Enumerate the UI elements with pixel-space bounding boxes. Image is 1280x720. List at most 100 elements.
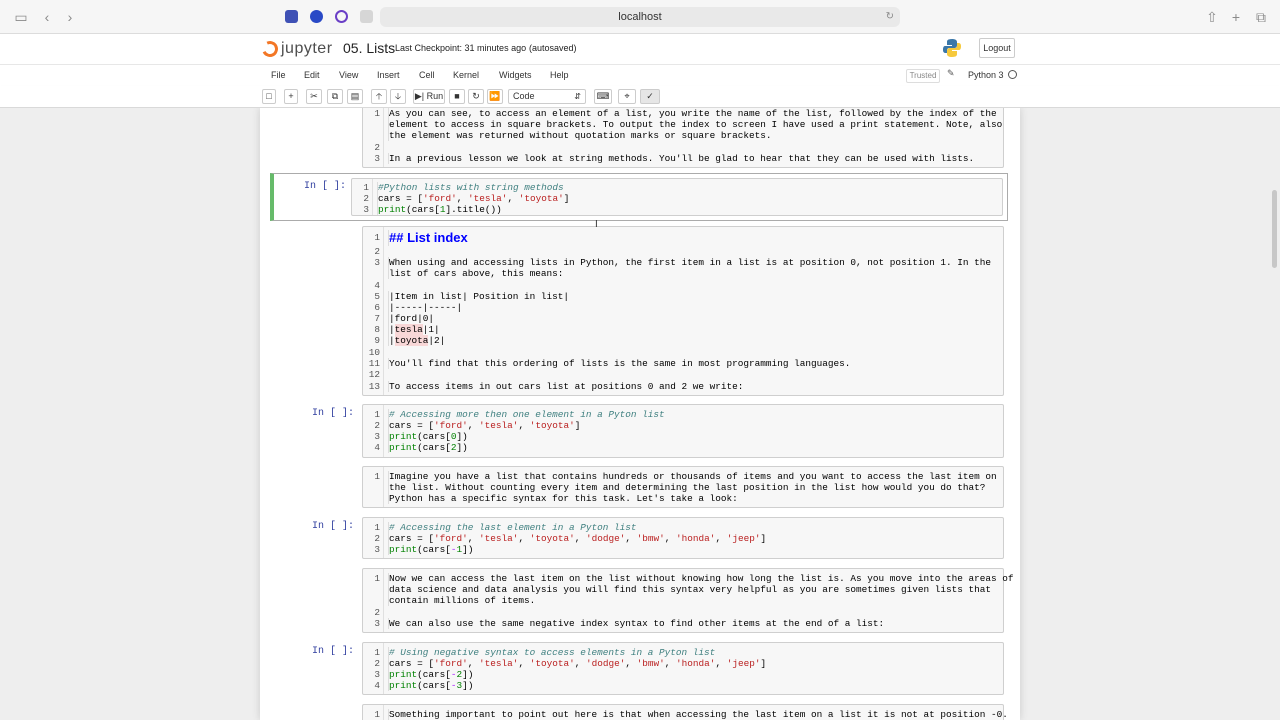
run-button[interactable]: ▶| Run [413,89,445,104]
copy-button[interactable]: ⧉ [327,89,343,104]
extension-button[interactable]: ⌖ [618,89,636,104]
jupyter-logo[interactable]: jupyter [259,38,333,60]
scissors-icon: ✂ [310,91,318,101]
arrow-down-icon: 🡣 [394,91,402,101]
cut-button[interactable]: ✂ [306,89,322,104]
line-text: list of cars above, this means: [388,268,564,279]
line-number: 1 [374,522,380,533]
menu-edit[interactable]: Edit [304,70,320,80]
cell-editor[interactable]: 1 # Accessing the last element in a Pyton… [362,517,1004,559]
copy-icon: ⧉ [331,91,339,101]
insert-cell-button[interactable]: + [284,89,298,104]
code-line: 10 [363,347,1003,358]
toggle-button[interactable]: ✓ [640,89,660,104]
code-line: 3 When using and accessing lists in Pytho… [363,257,1003,268]
line-number: 2 [374,246,380,257]
cell-prompt: In [ ]: [311,646,354,657]
logout-button[interactable]: Logout [979,38,1015,58]
restart-button[interactable]: ↻ [468,89,484,104]
cell-editor[interactable]: 1 Something important to point out here i… [362,704,1008,720]
code-line: 3 We can also use the same negative index… [363,618,1003,629]
shield-icon[interactable] [360,10,373,23]
code-cell[interactable]: In [ ]: 1 # Accessing the last element in… [272,517,1008,559]
cell-editor[interactable]: 1 As you can see, to access an element of… [362,108,1004,168]
menu-kernel[interactable]: Kernel [453,70,479,80]
code-line: 9 |toyota|2| [363,335,1003,346]
line-text: |-----|-----| [388,302,463,313]
code-line: 1 As you can see, to access an element of… [363,108,1003,119]
vertical-scrollbar[interactable] [1272,190,1277,268]
notebook-title[interactable]: 05. Lists [343,40,395,56]
sidebar-icon[interactable]: ▭ [12,8,30,26]
menu-widgets[interactable]: Widgets [499,70,532,80]
code-line: 1 ## List index [363,230,1003,246]
restart-run-all-button[interactable]: ⏩ [487,89,503,104]
settings-extension-icon[interactable] [335,10,348,23]
share-icon[interactable]: ⇧ [1203,8,1221,26]
notebook-area: 1 As you can see, to access an element of… [0,108,1280,720]
cell-editor[interactable]: 1 # Accessing more then one element in a … [362,404,1004,458]
run-icon: ▶| [414,91,425,101]
code-line: 5 |Item in list| Position in list| [363,291,1003,302]
line-number: 2 [374,533,380,544]
line-text: |toyota|2| [388,335,446,346]
code-cell-selected[interactable]: In [ ]: 1 #Python lists with string metho… [270,173,1008,221]
forward-icon[interactable]: › [61,8,79,26]
line-text: cars = ['ford', 'tesla', 'toyota'] [388,420,581,431]
arrow-up-icon: 🡡 [375,91,383,101]
code-line: 8 |tesla|1| [363,324,1003,335]
back-icon[interactable]: ‹ [38,8,56,26]
code-cell[interactable]: In [ ]: 1 # Using negative syntax to acce… [272,642,1008,695]
cell-editor[interactable]: 1 Now we can access the last item on the … [362,568,1013,633]
menu-insert[interactable]: Insert [377,70,400,80]
code-line: data science and data analysis you will … [363,584,1003,595]
command-palette-button[interactable]: ⌨ [594,89,612,104]
paste-button[interactable]: ▤ [347,89,363,104]
line-text: In a previous lesson we look at string m… [388,153,975,164]
code-line: 7 |ford|0| [363,313,1003,324]
line-number: 4 [374,680,380,691]
menu-file[interactable]: File [271,70,286,80]
markdown-cell[interactable]: 1 ## List index 2 3 When using and accessi… [272,226,1008,396]
cell-editor[interactable]: 1 Imagine you have a list that contains h… [362,466,1004,508]
line-number: 6 [374,302,380,313]
address-bar[interactable]: localhost ↻ [380,7,900,27]
info-extension-icon[interactable] [310,10,323,23]
cell-editor[interactable]: 1 #Python lists with string methods 2 cars… [351,178,1003,216]
new-tab-icon[interactable]: + [1227,8,1245,26]
cell-editor[interactable]: 1 # Using negative syntax to access eleme… [362,642,1004,695]
code-cell[interactable]: In [ ]: 1 # Accessing more then one eleme… [272,404,1008,458]
menu-view[interactable]: View [339,70,358,80]
markdown-cell[interactable]: 1 Now we can access the last item on the … [272,568,1013,633]
kernel-name[interactable]: Python 3 [968,70,1004,80]
save-button[interactable]: □ [262,89,276,104]
markdown-cell[interactable]: 1 Imagine you have a list that contains h… [272,466,1008,508]
line-text: contain millions of items. [388,595,536,606]
code-line: Python has a specific syntax for this ta… [363,493,1003,504]
line-number: 3 [374,669,380,680]
menu-help[interactable]: Help [550,70,569,80]
reload-icon[interactable]: ↻ [886,7,894,27]
line-number: 4 [374,280,380,291]
cell-prompt: In [ ]: [311,408,354,419]
move-up-button[interactable]: 🡡 [371,89,387,104]
move-down-button[interactable]: 🡣 [390,89,406,104]
markdown-cell[interactable]: 1 As you can see, to access an element of… [272,108,1008,168]
line-text: cars = ['ford', 'tesla', 'toyota'] [377,193,570,204]
jupyter-logo-icon [259,38,281,60]
line-text: print(cars[-3]) [388,680,474,691]
line-number: 2 [374,658,380,669]
line-number: 3 [374,618,380,629]
code-line: 1 Now we can access the last item on the … [363,573,1013,584]
menu-cell[interactable]: Cell [419,70,435,80]
code-line: 6 |-----|-----| [363,302,1003,313]
cell-editor[interactable]: 1 ## List index 2 3 When using and accessi… [362,226,1004,396]
cell-prompt: In [ ]: [311,521,354,532]
interrupt-button[interactable]: ■ [449,89,465,104]
extension-icon[interactable] [285,10,298,23]
line-text: #Python lists with string methods [377,182,564,193]
tabs-overview-icon[interactable]: ⧉ [1252,8,1270,26]
markdown-cell[interactable]: 1 Something important to point out here i… [272,704,1008,720]
cell-type-select[interactable]: Code ⇵ [508,89,586,104]
trusted-badge[interactable]: Trusted [906,69,940,83]
